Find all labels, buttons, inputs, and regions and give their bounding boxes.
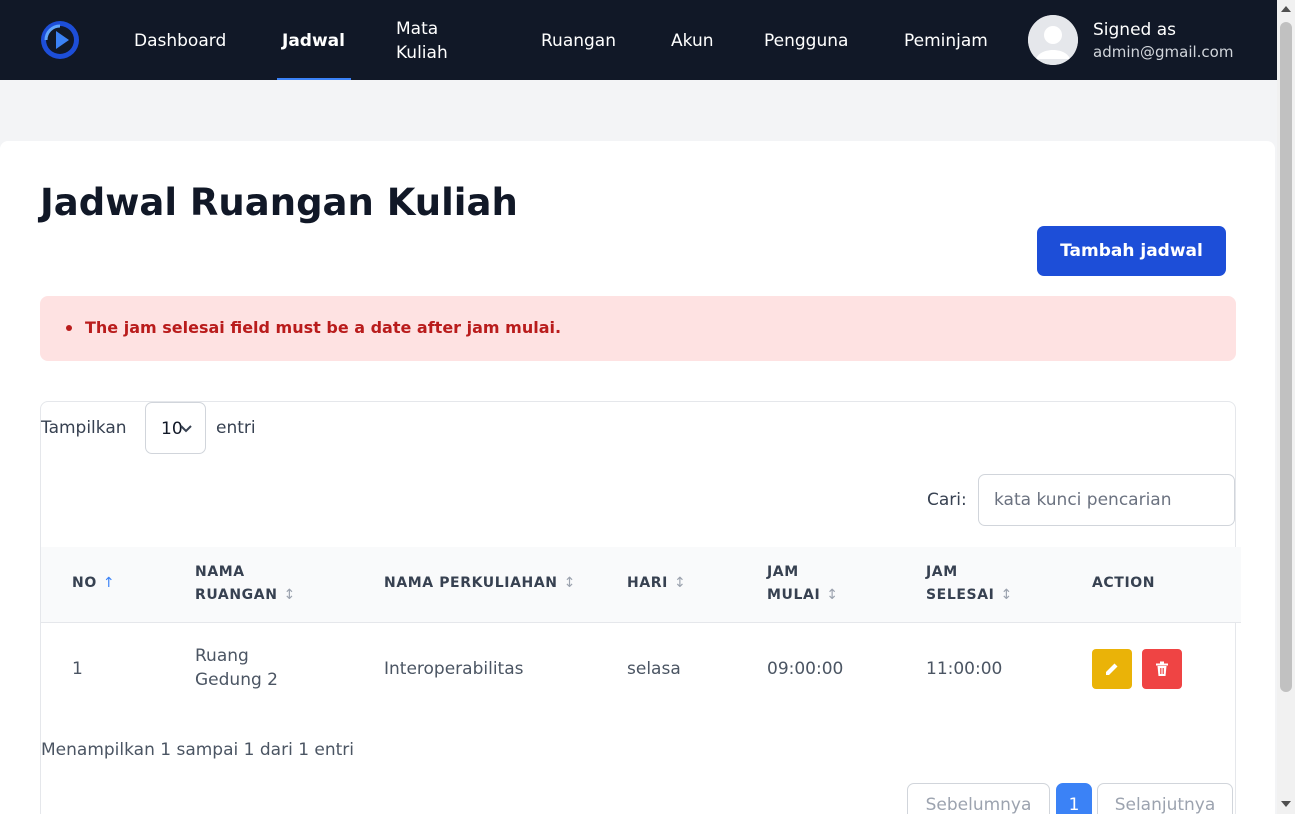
nav-mata-kuliah[interactable]: Mata Kuliah: [396, 17, 448, 65]
column-header-label: HARI: [627, 575, 668, 591]
column-header-label: SELESAI: [926, 587, 995, 603]
column-header-label: RUANGAN: [195, 587, 278, 603]
error-message: The jam selesai field must be a date aft…: [85, 318, 562, 337]
column-header-no[interactable]: NO ↑: [72, 572, 115, 595]
scrollbar-thumb[interactable]: [1280, 22, 1292, 692]
nav-dashboard[interactable]: Dashboard: [134, 29, 226, 53]
pagination-previous-button[interactable]: Sebelumnya: [907, 783, 1050, 814]
scroll-up-arrow-icon[interactable]: [1281, 6, 1291, 12]
chevron-down-icon: [180, 425, 192, 433]
page-scrollbar[interactable]: [1277, 0, 1295, 814]
sort-icon: ↕: [1000, 587, 1013, 603]
sort-ascending-icon: ↑: [102, 575, 116, 591]
pagination-page-1[interactable]: 1: [1056, 783, 1092, 814]
sort-icon: ↕: [826, 587, 839, 603]
bullet-icon: [66, 325, 72, 331]
nav-mata-kuliah-line1: Mata: [396, 19, 439, 39]
app-logo-icon[interactable]: [40, 20, 80, 60]
signed-as-label: Signed as: [1093, 20, 1177, 40]
nav-jadwal[interactable]: Jadwal: [282, 29, 345, 53]
trash-icon: [1156, 661, 1168, 676]
user-avatar-icon[interactable]: [1028, 15, 1078, 65]
add-schedule-button[interactable]: Tambah jadwal: [1037, 226, 1226, 276]
nav-pengguna[interactable]: Pengguna: [764, 29, 848, 53]
column-header-label: NAMA PERKULIAHAN: [384, 575, 558, 591]
nav-ruangan[interactable]: Ruangan: [541, 29, 616, 53]
nav-mata-kuliah-line2: Kuliah: [396, 43, 448, 63]
nav-peminjam[interactable]: Peminjam: [904, 29, 988, 53]
scroll-down-arrow-icon[interactable]: [1281, 801, 1291, 807]
show-entries-label: Tampilkan: [41, 418, 127, 438]
sort-icon: ↕: [283, 587, 296, 603]
column-header-label: JAM: [926, 564, 958, 580]
delete-button[interactable]: [1142, 649, 1182, 689]
column-header-label: NAMA: [195, 564, 245, 580]
column-header-label: ACTION: [1092, 575, 1156, 591]
cell-jam-mulai: 09:00:00: [767, 659, 844, 679]
edit-button[interactable]: [1092, 649, 1132, 689]
cell-jam-selesai: 11:00:00: [926, 659, 1003, 679]
column-header-label: MULAI: [767, 587, 821, 603]
column-header-jam-mulai[interactable]: JAM MULAI ↕: [767, 561, 839, 607]
pencil-icon: [1106, 663, 1118, 675]
column-header-label: JAM: [767, 564, 799, 580]
nav-akun[interactable]: Akun: [671, 29, 714, 53]
column-header-nama-perkuliahan[interactable]: NAMA PERKULIAHAN ↕: [384, 572, 576, 595]
cell-nama-perkuliahan: Interoperabilitas: [384, 659, 524, 679]
column-header-nama-ruangan[interactable]: NAMA RUANGAN ↕: [195, 561, 296, 607]
active-nav-indicator: [277, 78, 351, 80]
cell-no: 1: [72, 659, 83, 679]
entries-label: entri: [216, 418, 256, 438]
sort-icon: ↕: [563, 575, 576, 591]
error-alert: The jam selesai field must be a date aft…: [40, 296, 1236, 361]
cell-nama-ruangan-line1: Ruang: [195, 646, 249, 666]
cell-nama-ruangan-line2: Gedung 2: [195, 670, 278, 690]
column-header-jam-selesai[interactable]: JAM SELESAI ↕: [926, 561, 1013, 607]
cell-nama-ruangan: Ruang Gedung 2: [195, 644, 278, 692]
column-header-hari[interactable]: HARI ↕: [627, 572, 686, 595]
page-title: Jadwal Ruangan Kuliah: [40, 181, 518, 224]
column-header-label: NO: [72, 575, 97, 591]
navbar: Dashboard Jadwal Mata Kuliah Ruangan Aku…: [0, 0, 1277, 80]
search-label: Cari:: [927, 490, 967, 510]
table-info: Menampilkan 1 sampai 1 dari 1 entri: [41, 740, 355, 760]
entries-per-page-select[interactable]: 10: [145, 402, 206, 454]
signed-in-email: admin@gmail.com: [1093, 43, 1234, 61]
column-header-action: ACTION: [1092, 572, 1155, 595]
pagination-next-button[interactable]: Selanjutnya: [1097, 783, 1233, 814]
cell-hari: selasa: [627, 659, 681, 679]
search-input[interactable]: [978, 474, 1235, 526]
sort-icon: ↕: [673, 575, 687, 591]
